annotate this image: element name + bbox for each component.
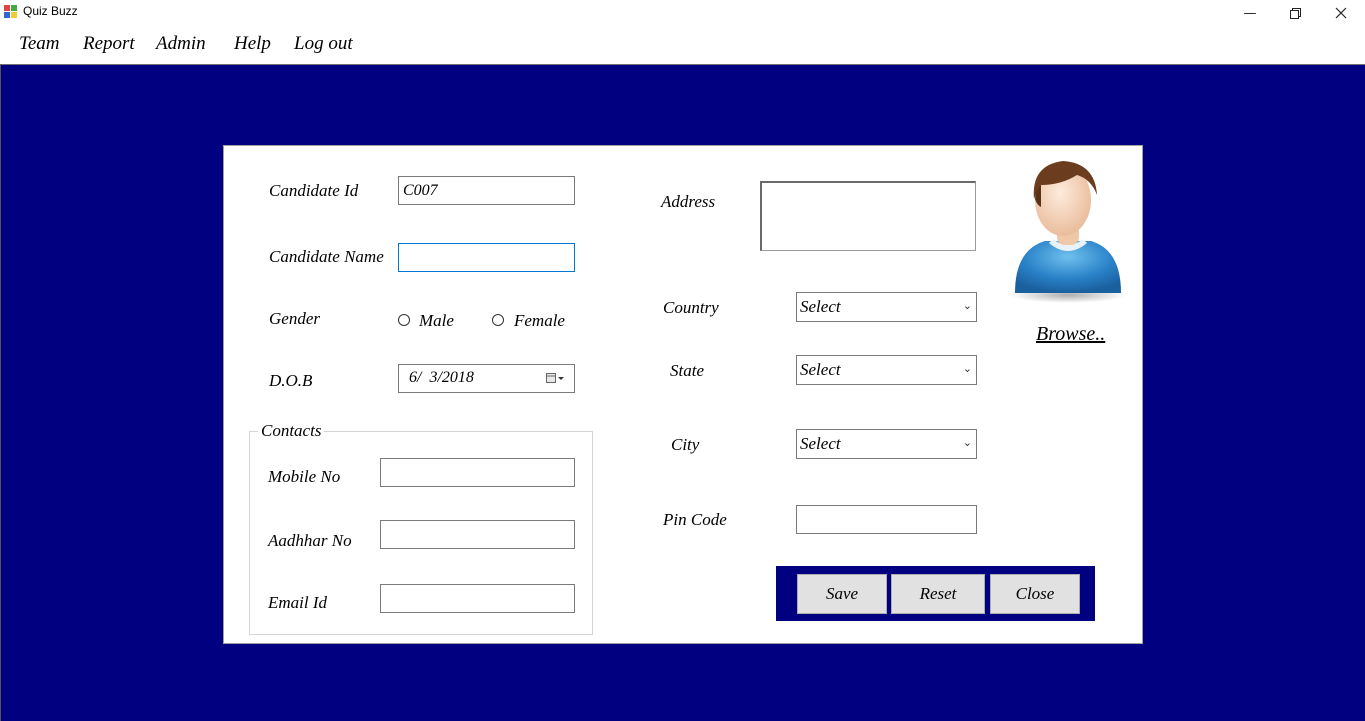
- close-button[interactable]: Close: [990, 574, 1080, 614]
- pin-code-label: Pin Code: [663, 510, 727, 529]
- candidate-name-label: Candidate Name: [269, 247, 384, 266]
- city-select-value: Select: [800, 434, 841, 453]
- city-label: City: [671, 435, 700, 454]
- state-label: State: [670, 361, 704, 380]
- email-label: Email Id: [268, 593, 328, 612]
- gender-female-label[interactable]: Female: [514, 311, 565, 331]
- window-title: Quiz Buzz: [23, 4, 78, 18]
- app-icon: [4, 5, 17, 18]
- mobile-label: Mobile No: [268, 467, 341, 486]
- calendar-dropdown-icon[interactable]: [546, 373, 566, 384]
- gender-female-radio[interactable]: [492, 314, 504, 326]
- dob-date-picker[interactable]: 6/ 3/2018: [398, 364, 575, 393]
- menu-team[interactable]: Team: [19, 33, 59, 55]
- menu-logout[interactable]: Log out: [294, 33, 353, 55]
- aadhhar-input[interactable]: [380, 520, 575, 549]
- address-textarea[interactable]: [760, 181, 976, 251]
- title-bar: [0, 0, 1365, 26]
- chevron-down-icon: ⌄: [962, 299, 972, 312]
- close-window-button[interactable]: [1318, 0, 1364, 26]
- reset-button[interactable]: Reset: [891, 574, 985, 614]
- country-label: Country: [663, 298, 719, 317]
- restore-icon: [1289, 7, 1301, 19]
- menu-help[interactable]: Help: [234, 33, 271, 55]
- minimize-icon: —: [1243, 5, 1257, 21]
- aadhhar-label: Aadhhar No: [268, 531, 352, 550]
- avatar-placeholder-icon: [1010, 161, 1126, 303]
- country-select[interactable]: Select ⌄: [796, 292, 977, 322]
- chevron-down-icon: ⌄: [962, 362, 972, 375]
- dob-value: 6/ 3/2018: [409, 369, 474, 386]
- menu-admin[interactable]: Admin: [156, 33, 206, 55]
- candidate-id-input[interactable]: [398, 176, 575, 205]
- gender-male-label[interactable]: Male: [419, 311, 454, 331]
- minimize-button[interactable]: —: [1227, 0, 1273, 26]
- state-select[interactable]: Select ⌄: [796, 355, 977, 385]
- country-select-value: Select: [800, 297, 841, 316]
- state-select-value: Select: [800, 360, 841, 379]
- address-label: Address: [661, 192, 716, 211]
- restore-button[interactable]: [1272, 0, 1318, 26]
- browse-link[interactable]: Browse..: [1036, 323, 1105, 346]
- mobile-input[interactable]: [380, 458, 575, 487]
- pin-code-input[interactable]: [796, 505, 977, 534]
- chevron-down-icon: ⌄: [962, 436, 972, 449]
- candidate-id-label: Candidate Id: [269, 181, 359, 200]
- email-input[interactable]: [380, 584, 575, 613]
- candidate-name-input[interactable]: [398, 243, 575, 272]
- save-button[interactable]: Save: [797, 574, 887, 614]
- gender-male-radio[interactable]: [398, 314, 410, 326]
- city-select[interactable]: Select ⌄: [796, 429, 977, 459]
- close-icon: [1335, 7, 1347, 19]
- contacts-group-title: Contacts: [258, 421, 325, 441]
- dob-label: D.O.B: [269, 371, 313, 390]
- menu-report[interactable]: Report: [83, 33, 135, 55]
- gender-label: Gender: [269, 309, 320, 328]
